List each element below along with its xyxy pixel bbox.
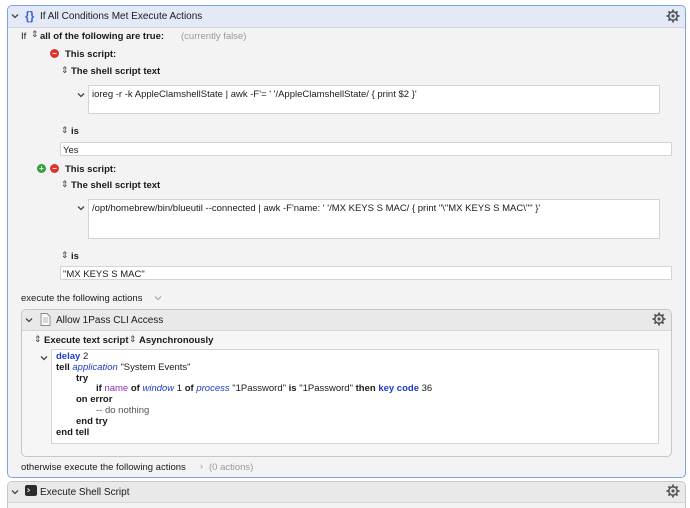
match-mode-selector[interactable]: all of the following are true: <box>40 31 164 42</box>
condition-2-script-type[interactable]: The shell script text <box>71 180 160 191</box>
condition-2-heading: This script: <box>65 164 117 175</box>
if-braces-icon: {} <box>25 9 35 23</box>
code-line-8: end tell <box>56 426 90 438</box>
shell-script-action-title[interactable]: Execute Shell Script <box>40 487 130 498</box>
collapse-chevron-icon[interactable] <box>11 488 19 496</box>
condition-1-operator[interactable]: is <box>71 126 79 137</box>
condition-2-script-text: /opt/homebrew/bin/blueutil --connected |… <box>92 203 541 214</box>
condition-2-value-field[interactable] <box>60 266 672 280</box>
operator-updown-icon[interactable]: ⇕ <box>61 250 69 261</box>
script-type-updown-icon[interactable]: ⇕ <box>61 65 69 76</box>
code-line-7: end try <box>76 415 108 427</box>
code-line-2: tell application "System Events" <box>56 361 191 373</box>
disclosure-chevron-icon[interactable] <box>77 204 85 212</box>
disclosure-chevron-icon[interactable] <box>40 354 48 362</box>
gear-icon[interactable] <box>666 9 680 23</box>
async-selector[interactable]: Asynchronously <box>139 335 213 346</box>
operator-updown-icon[interactable]: ⇕ <box>61 125 69 136</box>
condition-1-script-type[interactable]: The shell script text <box>71 66 160 77</box>
condition-2-value: "MX KEYS S MAC" <box>63 269 145 280</box>
condition-2-operator[interactable]: is <box>71 251 79 262</box>
otherwise-count: (0 actions) <box>209 462 254 473</box>
if-action-title[interactable]: If All Conditions Met Execute Actions <box>40 11 202 22</box>
script-type-updown-icon[interactable]: ⇕ <box>61 179 69 190</box>
chevron-down-icon[interactable] <box>154 294 162 302</box>
condition-1-value-field[interactable] <box>60 142 672 156</box>
script-document-icon <box>40 313 51 326</box>
collapse-chevron-icon[interactable] <box>25 316 33 324</box>
condition-1-script-text: ioreg -r -k AppleClamshellState | awk -F… <box>92 89 417 100</box>
chevron-right-icon[interactable]: › <box>200 461 203 471</box>
match-mode-updown-icon[interactable]: ⇕ <box>31 29 39 40</box>
inner-action-title[interactable]: Allow 1Pass CLI Access <box>56 315 163 326</box>
collapse-chevron-icon[interactable] <box>11 12 19 20</box>
remove-condition-icon[interactable]: − <box>50 49 59 58</box>
code-line-6: -- do nothing <box>96 404 150 416</box>
disclosure-chevron-icon[interactable] <box>77 91 85 99</box>
otherwise-actions-label: otherwise execute the following actions <box>21 462 186 473</box>
async-updown-icon[interactable]: ⇕ <box>129 334 137 345</box>
mode-updown-icon[interactable]: ⇕ <box>34 334 42 345</box>
gear-icon[interactable] <box>666 484 680 498</box>
remove-condition-icon[interactable]: − <box>50 164 59 173</box>
add-condition-icon[interactable]: + <box>37 164 46 173</box>
if-label: If <box>21 31 27 42</box>
applescript-code: delay 2 tell application "System Events"… <box>56 351 432 438</box>
gear-icon[interactable] <box>652 312 666 326</box>
condition-status: (currently false) <box>181 31 247 42</box>
execute-actions-label: execute the following actions <box>21 293 143 304</box>
condition-1-value: Yes <box>63 145 79 156</box>
condition-1-heading: This script: <box>65 49 117 60</box>
execute-mode-selector[interactable]: Execute text script <box>44 335 128 346</box>
terminal-icon <box>25 485 37 496</box>
